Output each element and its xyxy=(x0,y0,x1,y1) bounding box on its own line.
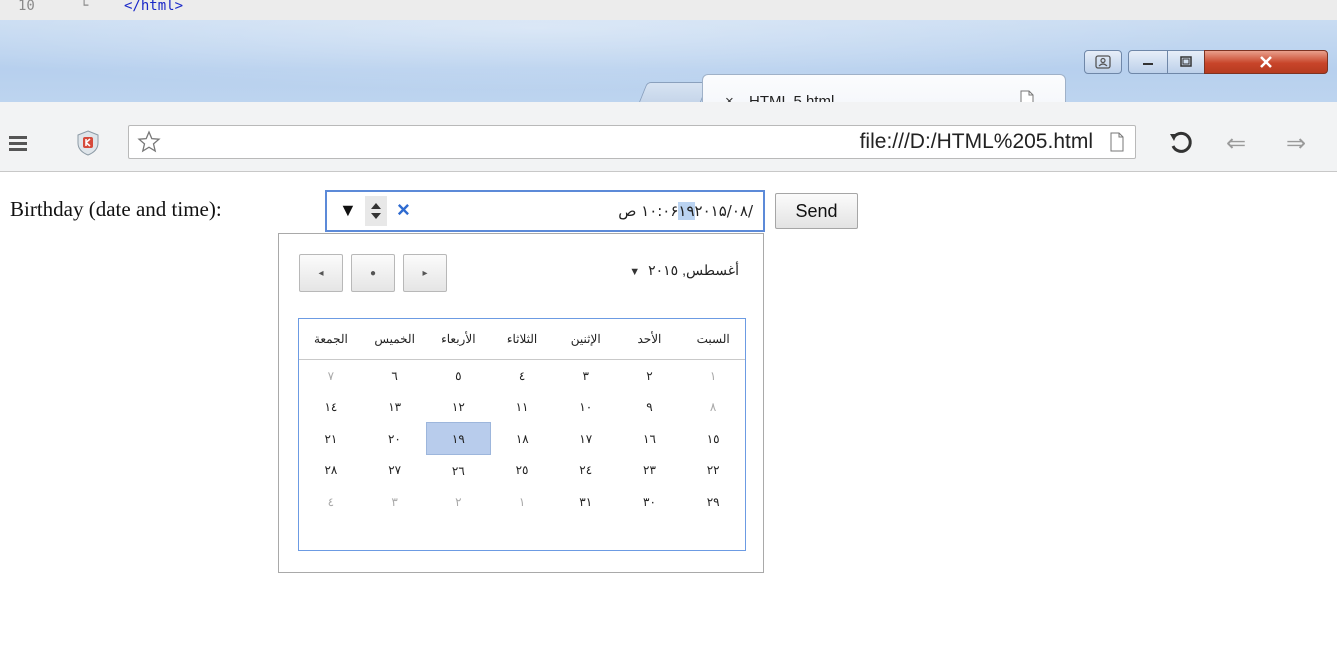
close-window-button[interactable] xyxy=(1204,50,1328,74)
calendar-day[interactable]: ٤ xyxy=(490,360,554,392)
time-segment[interactable]: ۱۰:۰۶ ص xyxy=(618,202,678,220)
calendar-day[interactable]: ٥ xyxy=(426,360,490,392)
month-year-selector[interactable]: أغسطس, ٢٠١٥ ▼ xyxy=(629,262,739,279)
user-icon xyxy=(1095,55,1111,69)
datetime-input[interactable]: ▼ × ۱۰:۰۶ ص۱۹۲۰۱۵/۰۸/ xyxy=(325,190,765,232)
next-month-button[interactable]: ▸ xyxy=(403,254,447,292)
calendar-day[interactable]: ٢٩ xyxy=(681,486,745,517)
weekday-header: الأحد xyxy=(617,319,682,360)
calendar-day-selected[interactable]: ١٩ xyxy=(425,422,491,455)
weekday-header: الإثنين xyxy=(553,319,618,360)
calendar-day[interactable]: ٢٦ xyxy=(426,455,490,487)
browser-toolbar: file:///D:/HTML%205.html ⇐ ⇒ xyxy=(0,102,1337,172)
star-icon[interactable] xyxy=(137,130,161,154)
birthday-label: Birthday (date and time): xyxy=(10,197,222,221)
weekday-header-row: السبت الأحد الإثنين الثلاثاء الأربعاء الخميس ا… xyxy=(299,319,745,360)
calendar-day[interactable]: ٢٨ xyxy=(299,455,363,487)
calendar-day[interactable]: ٦ xyxy=(363,360,427,392)
reload-icon[interactable] xyxy=(1168,130,1194,156)
chevron-down-icon: ▼ xyxy=(629,266,641,278)
calendar-day[interactable]: ١٦ xyxy=(618,423,682,455)
month-year-label: أغسطس, ٢٠١٥ xyxy=(648,262,739,278)
calendar-week-row: ١٢٣٤٥٦٧ xyxy=(299,360,745,392)
minimize-icon xyxy=(1143,63,1153,65)
calendar-dropdown-icon[interactable]: ▼ xyxy=(339,200,357,221)
calendar-day[interactable]: ١ xyxy=(490,486,554,517)
close-icon xyxy=(1260,56,1272,68)
address-bar[interactable]: file:///D:/HTML%205.html xyxy=(128,125,1136,159)
calendar-week-row: ١٥ ١٦ ١٧ ١٨ ١٩ ٢٠ ٢١ xyxy=(299,422,745,455)
forward-button[interactable]: ⇒ xyxy=(1286,132,1306,156)
maximize-icon xyxy=(1180,56,1192,67)
calendar-day[interactable]: ٢٠ xyxy=(363,423,427,455)
calendar-day[interactable]: ٣١ xyxy=(554,486,618,517)
calendar-popup: ◂ ● ▸ أغسطس, ٢٠١٥ ▼ السبت الأحد الإثنين الثل… xyxy=(278,233,764,573)
calendar-day[interactable]: ١٠ xyxy=(554,391,618,423)
calendar-grid: السبت الأحد الإثنين الثلاثاء الأربعاء الخميس ا… xyxy=(298,318,746,551)
calendar-day[interactable]: ٣ xyxy=(363,486,427,517)
weekday-header: الخميس xyxy=(362,319,427,360)
day-segment[interactable]: ۱۹ xyxy=(678,202,695,220)
previous-month-button[interactable]: ◂ xyxy=(299,254,343,292)
weekday-header: الجمعة xyxy=(299,319,363,360)
line-number: 10 xyxy=(18,0,35,14)
calendar-day[interactable]: ١٤ xyxy=(299,391,363,423)
calendar-day[interactable]: ٧ xyxy=(299,360,363,392)
calendar-day[interactable]: ٢٢ xyxy=(681,455,745,487)
clear-icon[interactable]: × xyxy=(397,197,410,223)
calendar-day[interactable]: ٢٣ xyxy=(618,455,682,487)
calendar-day[interactable]: ١١ xyxy=(490,391,554,423)
calendar-day[interactable]: ١٢ xyxy=(426,391,490,423)
weekday-header: الأربعاء xyxy=(426,319,491,360)
menu-icon[interactable] xyxy=(9,136,27,151)
calendar-week-row: ٢٢ ٢٣ ٢٤ ٢٥ ٢٦ ٢٧ ٢٨ xyxy=(299,455,745,487)
month-year-segment[interactable]: ۲۰۱۵/۰۸/ xyxy=(695,202,753,220)
maximize-button[interactable] xyxy=(1167,50,1205,74)
weekday-header: السبت xyxy=(681,319,745,360)
calendar-day[interactable]: ١ xyxy=(681,360,745,392)
calendar-day[interactable]: ٢ xyxy=(426,486,490,517)
calendar-day[interactable]: ٢٤ xyxy=(554,455,618,487)
extension-icon[interactable] xyxy=(76,130,100,156)
calendar-day[interactable]: ٢ xyxy=(618,360,682,392)
weekday-header: الثلاثاء xyxy=(490,319,554,360)
calendar-week-row: ٢٩ ٣٠ ٣١ ١ ٢ ٣ ٤ xyxy=(299,486,745,517)
title-bar: × HTML 5.html xyxy=(0,20,1337,123)
calendar-day[interactable]: ٤ xyxy=(299,486,363,517)
minimize-button[interactable] xyxy=(1128,50,1168,74)
editor-strip: 10 └ </html> xyxy=(0,0,1337,20)
user-profile-button[interactable] xyxy=(1084,50,1122,74)
calendar-day[interactable]: ١٣ xyxy=(363,391,427,423)
today-button[interactable]: ● xyxy=(351,254,395,292)
calendar-day[interactable]: ٨ xyxy=(681,391,745,423)
code-line: </html> xyxy=(124,0,184,14)
calendar-day[interactable]: ٣٠ xyxy=(618,486,682,517)
spinner-icon[interactable] xyxy=(365,196,387,226)
calendar-day[interactable]: ١٥ xyxy=(681,423,745,455)
url-text[interactable]: file:///D:/HTML%205.html xyxy=(860,130,1093,154)
calendar-day[interactable]: ١٨ xyxy=(490,423,554,455)
calendar-day[interactable]: ١٧ xyxy=(554,423,618,455)
page-info-icon[interactable] xyxy=(1109,132,1125,152)
calendar-week-row: ٨ ٩ ١٠ ١١ ١٢ ١٣ ١٤ xyxy=(299,391,745,423)
fold-marker: └ xyxy=(80,0,89,14)
calendar-day[interactable]: ٩ xyxy=(618,391,682,423)
calendar-day[interactable]: ٢٧ xyxy=(363,455,427,487)
calendar-day[interactable]: ٢١ xyxy=(299,423,363,455)
back-button[interactable]: ⇐ xyxy=(1226,132,1246,156)
calendar-day[interactable]: ٢٥ xyxy=(490,455,554,487)
calendar-day[interactable]: ٣ xyxy=(554,360,618,392)
datetime-value[interactable]: ۱۰:۰۶ ص۱۹۲۰۱۵/۰۸/ xyxy=(618,202,753,220)
send-button[interactable]: Send xyxy=(775,193,858,229)
